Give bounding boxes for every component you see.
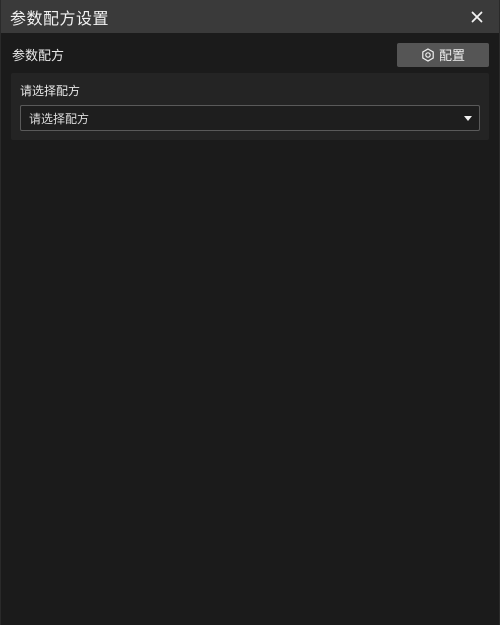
recipe-select[interactable]: 请选择配方	[20, 105, 480, 131]
section-title: 参数配方	[12, 49, 65, 64]
dialog-title: 参数配方设置	[10, 8, 110, 28]
gear-icon	[422, 47, 434, 62]
config-button-label: 配置	[438, 49, 465, 64]
caret-down-icon	[464, 115, 472, 121]
section-header: 参数配方 配置	[1, 42, 499, 67]
recipe-select-value: 请选择配方	[29, 111, 90, 126]
close-icon	[471, 11, 483, 22]
close-button[interactable]	[465, 5, 489, 29]
config-button[interactable]: 配置	[397, 42, 489, 67]
recipe-settings-dialog: 参数配方设置 参数配方 配置 请选择配方 请选择配方	[0, 0, 500, 625]
recipe-panel: 请选择配方 请选择配方	[11, 73, 489, 140]
recipe-select-label: 请选择配方	[20, 84, 81, 98]
dialog-titlebar: 参数配方设置	[1, 0, 499, 33]
